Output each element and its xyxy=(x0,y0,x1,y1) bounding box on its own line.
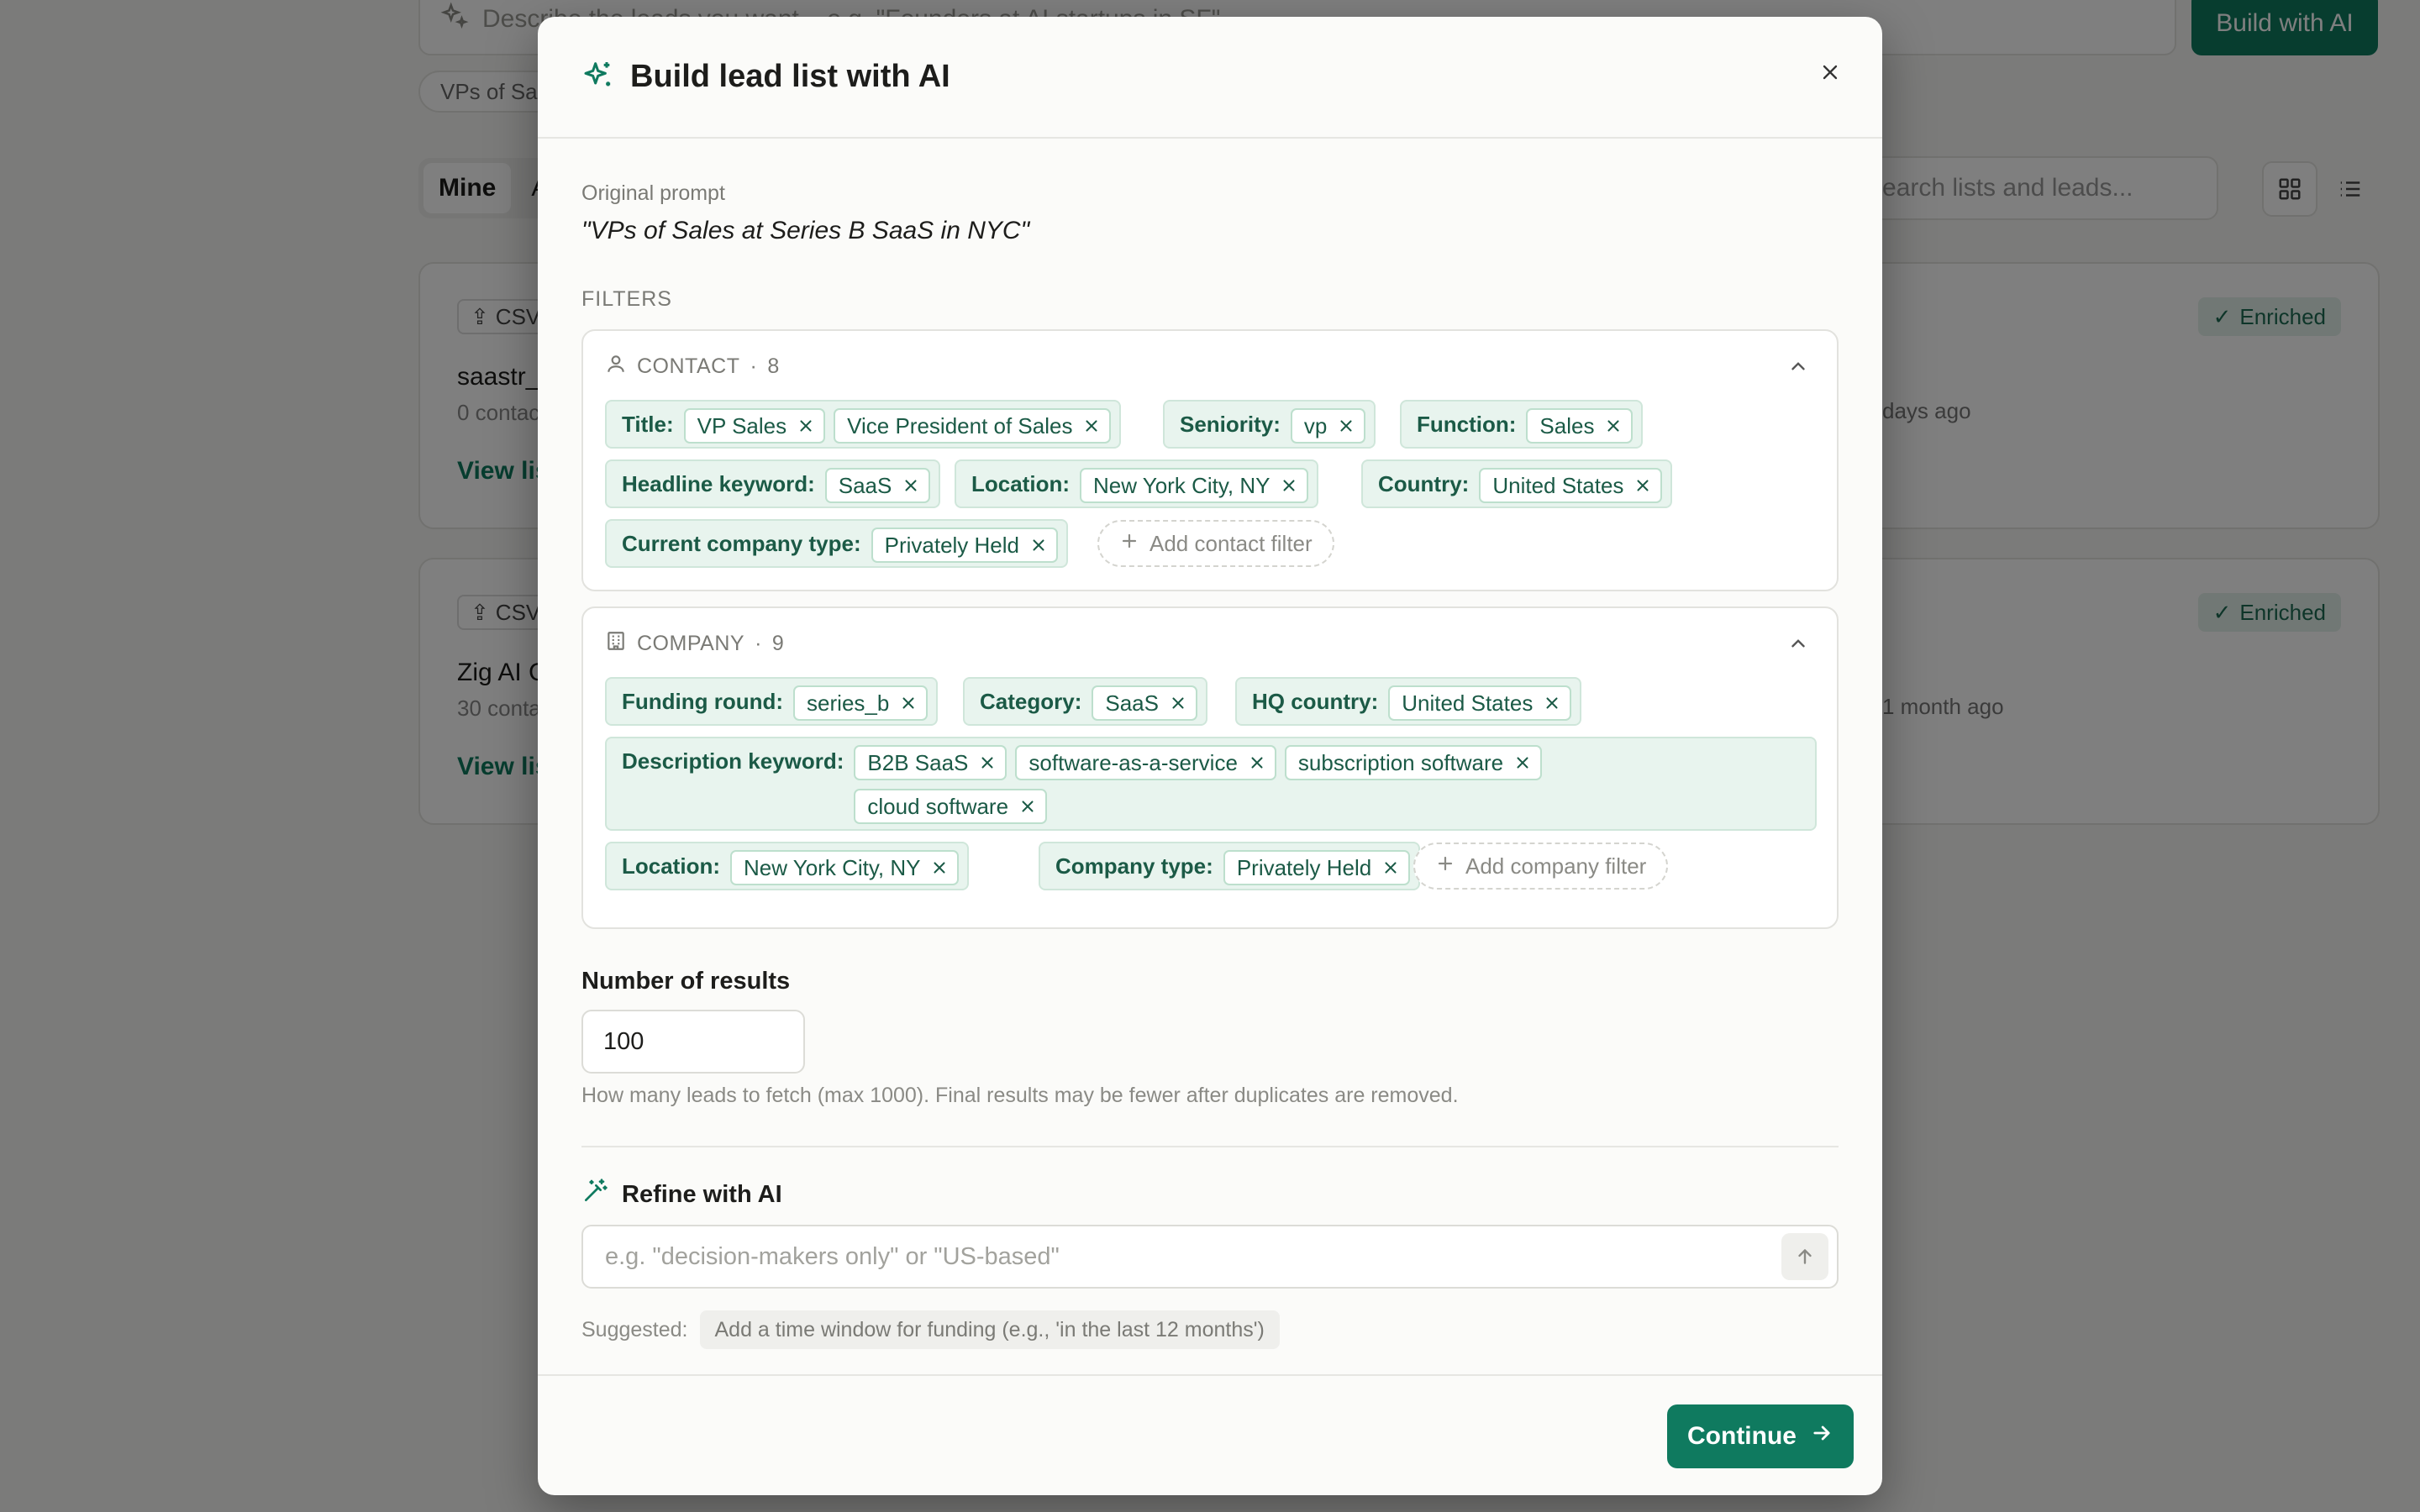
filter-group-headline: Headline keyword: SaaS xyxy=(605,459,941,510)
filter-tag[interactable]: software-as-a-service xyxy=(1015,745,1276,780)
filter-tag[interactable]: vp xyxy=(1290,408,1366,444)
filter-tag[interactable]: SaaS xyxy=(824,468,931,503)
tag-list: United States xyxy=(1388,679,1572,727)
remove-icon[interactable] xyxy=(902,476,920,495)
remove-icon[interactable] xyxy=(978,753,997,772)
remove-icon[interactable] xyxy=(1248,753,1266,772)
suggested-row: Suggested: Add a time window for funding… xyxy=(581,1310,1280,1349)
suggestion-chip[interactable]: Add a time window for funding (e.g., 'in… xyxy=(699,1310,1280,1349)
tag-list: New York City, NY xyxy=(730,843,960,892)
tag-list: B2B SaaS software-as-a-service subscript… xyxy=(854,738,1610,831)
filter-tag[interactable]: SaaS xyxy=(1092,685,1197,721)
add-company-filter-button[interactable]: Add company filter xyxy=(1413,843,1669,890)
filter-tag[interactable]: series_b xyxy=(793,685,929,721)
sparkle-icon xyxy=(581,58,615,96)
tag-list: Sales xyxy=(1526,402,1634,450)
add-contact-filter-button[interactable]: Add contact filter xyxy=(1097,520,1334,567)
chevron-up-icon[interactable] xyxy=(1785,630,1812,657)
filter-group-category: Category: SaaS xyxy=(963,677,1207,726)
plus-icon xyxy=(1119,531,1139,557)
section-title: CONTACT xyxy=(637,354,740,378)
remove-icon[interactable] xyxy=(1082,417,1101,435)
remove-icon[interactable] xyxy=(1513,753,1532,772)
building-icon xyxy=(605,630,627,658)
remove-icon[interactable] xyxy=(1280,476,1298,495)
filter-group-title: Title: VP Sales Vice President of Sales xyxy=(605,400,1122,450)
remove-icon[interactable] xyxy=(1604,417,1623,435)
arrow-right-icon xyxy=(1810,1421,1833,1452)
person-icon xyxy=(605,353,627,381)
number-of-results-label: Number of results xyxy=(581,968,791,995)
section-header[interactable]: CONTACT · 8 xyxy=(605,353,780,381)
filter-count: 8 xyxy=(767,354,780,378)
number-of-results-help: How many leads to fetch (max 1000). Fina… xyxy=(581,1084,1459,1107)
filter-tag[interactable]: subscription software xyxy=(1284,745,1543,780)
filter-group-company-type: Company type: Privately Held xyxy=(1039,842,1421,892)
prompt-text: "VPs of Sales at Series B SaaS in NYC" xyxy=(581,217,1030,244)
remove-icon[interactable] xyxy=(1337,417,1355,435)
remove-icon[interactable] xyxy=(1029,536,1048,554)
tag-list: VP Sales Vice President of Sales xyxy=(683,402,1112,450)
modal-footer: Continue xyxy=(538,1374,1882,1495)
filter-group-location: Location: New York City, NY xyxy=(605,842,970,892)
tag-list: SaaS xyxy=(824,461,931,510)
filter-tag[interactable]: VP Sales xyxy=(683,408,826,444)
refine-input-container xyxy=(581,1225,1839,1289)
filter-tag[interactable]: United States xyxy=(1479,468,1663,503)
filter-tag[interactable]: Privately Held xyxy=(871,528,1059,563)
filter-tag[interactable]: B2B SaaS xyxy=(854,745,1007,780)
magic-wand-icon xyxy=(581,1178,608,1211)
number-of-results-input[interactable] xyxy=(581,1010,805,1074)
filter-group-description-keyword: Description keyword: B2B SaaS software-a… xyxy=(605,737,1817,831)
chevron-up-icon[interactable] xyxy=(1785,353,1812,380)
filter-tag[interactable]: New York City, NY xyxy=(730,850,960,885)
remove-icon[interactable] xyxy=(1543,694,1561,712)
filters-label: FILTERS xyxy=(581,287,672,311)
filter-group-seniority: Seniority: vp xyxy=(1163,400,1376,449)
tag-list: New York City, NY xyxy=(1080,461,1309,510)
tag-list: series_b xyxy=(793,679,929,727)
filter-tag[interactable]: Privately Held xyxy=(1223,850,1411,885)
filter-group-location: Location: New York City, NY xyxy=(955,459,1319,510)
remove-icon[interactable] xyxy=(797,417,815,435)
divider xyxy=(581,1146,1839,1147)
tag-list: SaaS xyxy=(1092,679,1197,727)
refine-input[interactable] xyxy=(583,1226,1837,1287)
remove-icon[interactable] xyxy=(1018,797,1037,816)
company-filters-section: COMPANY · 9 Funding round: series_b Cate… xyxy=(581,606,1839,929)
modal-header: Build lead list with AI xyxy=(538,17,1882,139)
filter-tag[interactable]: cloud software xyxy=(854,789,1048,824)
filter-group-hq-country: HQ country: United States xyxy=(1235,677,1582,727)
refine-with-ai-label: Refine with AI xyxy=(581,1178,782,1211)
remove-icon[interactable] xyxy=(1634,476,1652,495)
tag-list: vp xyxy=(1290,402,1366,450)
filter-tag[interactable]: United States xyxy=(1388,685,1572,721)
tag-list: Privately Held xyxy=(871,521,1059,570)
remove-icon[interactable] xyxy=(930,858,949,877)
filter-count: 9 xyxy=(771,632,785,655)
filter-group-function: Function: Sales xyxy=(1400,400,1644,450)
modal-title: Build lead list with AI xyxy=(630,59,950,94)
contact-filters-section: CONTACT · 8 Title: VP Sales Vice Preside… xyxy=(581,329,1839,591)
remove-icon[interactable] xyxy=(899,694,918,712)
tag-list: United States xyxy=(1479,461,1663,510)
continue-button[interactable]: Continue xyxy=(1667,1404,1854,1468)
remove-icon[interactable] xyxy=(1381,858,1400,877)
filter-tag[interactable]: New York City, NY xyxy=(1080,468,1309,503)
filter-group-country: Country: United States xyxy=(1361,459,1673,510)
filter-tag[interactable]: Sales xyxy=(1526,408,1634,444)
section-title: COMPANY xyxy=(637,632,745,655)
suggested-label: Suggested: xyxy=(581,1317,688,1341)
filter-group-company-type: Current company type: Privately Held xyxy=(605,519,1069,570)
filter-tag[interactable]: Vice President of Sales xyxy=(834,408,1112,444)
tag-list: Privately Held xyxy=(1223,843,1411,892)
build-lead-list-modal: Build lead list with AI Original prompt … xyxy=(538,17,1882,1495)
prompt-label: Original prompt xyxy=(581,181,725,205)
filter-group-funding-round: Funding round: series_b xyxy=(605,677,939,727)
section-header[interactable]: COMPANY · 9 xyxy=(605,630,784,658)
arrow-up-icon[interactable] xyxy=(1781,1233,1828,1280)
close-icon[interactable] xyxy=(1805,47,1855,97)
remove-icon[interactable] xyxy=(1169,694,1187,712)
plus-icon xyxy=(1435,853,1455,879)
